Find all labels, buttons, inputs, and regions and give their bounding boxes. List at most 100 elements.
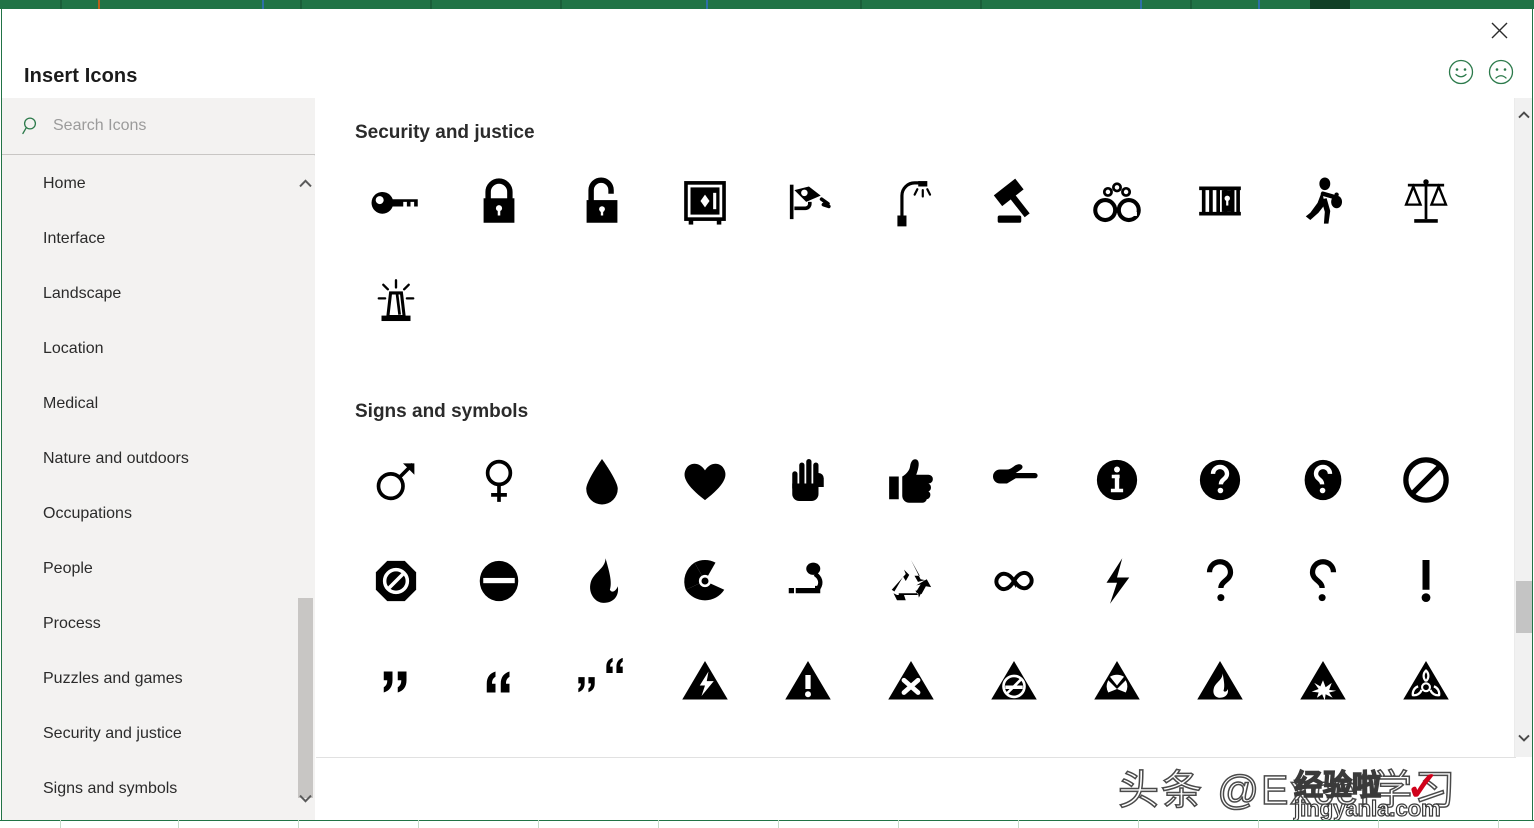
- icon-open-quote[interactable]: [344, 631, 447, 732]
- icon-key[interactable]: [344, 150, 447, 251]
- chevron-up-icon: [1518, 111, 1530, 119]
- smiley-face-icon[interactable]: [1448, 59, 1474, 85]
- warning-triangle-icon: [784, 660, 831, 699]
- search-input[interactable]: [53, 117, 273, 135]
- radiation-triangle-icon: [1093, 660, 1140, 699]
- sidebar-item-process[interactable]: Process: [2, 596, 315, 651]
- padlock-closed-icon: [483, 177, 514, 223]
- gavel-icon: [993, 178, 1030, 223]
- icon-smoking[interactable]: [756, 530, 859, 631]
- icon-handcuffs[interactable]: [1065, 150, 1168, 251]
- sidebar-item-label: People: [43, 559, 93, 577]
- icon-street-lamp[interactable]: [859, 150, 962, 251]
- heart-icon: [684, 463, 725, 500]
- gallery-scrollbar-thumb[interactable]: [1516, 581, 1532, 633]
- icon-padlock-open[interactable]: [550, 150, 653, 251]
- icon-running-thief[interactable]: [1271, 150, 1374, 251]
- open-hand-icon: [791, 458, 824, 501]
- security-camera-icon: [789, 184, 831, 219]
- sidebar-item-location[interactable]: Location: [2, 321, 315, 376]
- icon-pointing-hand[interactable]: [962, 429, 1065, 530]
- icon-electrical-hazard-triangle[interactable]: [653, 631, 756, 732]
- sidebar-item-medical[interactable]: Medical: [2, 376, 315, 431]
- handcuffs-icon: [1092, 181, 1141, 222]
- icon-male-symbol[interactable]: [344, 429, 447, 530]
- frowny-face-icon[interactable]: [1488, 59, 1514, 85]
- icon-inverted-question-circle[interactable]: [1271, 429, 1374, 530]
- icon-no-smoking-triangle[interactable]: [962, 631, 1065, 732]
- jail-bars-icon: [1198, 186, 1241, 215]
- gallery-scroll-up-button[interactable]: [1515, 102, 1533, 128]
- icon-water-drop[interactable]: [550, 429, 653, 530]
- sidebar-item-occupations[interactable]: Occupations: [2, 486, 315, 541]
- recycle-icon: [891, 559, 931, 600]
- close-quote-icon: [486, 671, 509, 692]
- icon-recycle[interactable]: [859, 530, 962, 631]
- flame-icon: [589, 557, 618, 603]
- page-title: Insert Icons: [24, 65, 138, 87]
- siren-light-icon: [377, 278, 414, 321]
- safe-icon: [683, 180, 726, 225]
- icon-open-hand[interactable]: [756, 429, 859, 530]
- flammable-triangle-icon: [1196, 660, 1243, 699]
- icon-warning-triangle[interactable]: [756, 631, 859, 732]
- water-drop-icon: [585, 458, 618, 504]
- sidebar-item-interface[interactable]: Interface: [2, 211, 315, 266]
- icon-security-camera[interactable]: [756, 150, 859, 251]
- gallery-scrollbar[interactable]: [1514, 98, 1532, 757]
- sidebar-item-label: Location: [43, 339, 104, 357]
- icon-female-symbol[interactable]: [447, 429, 550, 530]
- icon-close-quote[interactable]: [447, 631, 550, 732]
- sidebar-item-puzzles-and-games[interactable]: Puzzles and games: [2, 651, 315, 706]
- sidebar-item-security-and-justice[interactable]: Security and justice: [2, 706, 315, 761]
- icon-stop-sign[interactable]: [344, 530, 447, 631]
- icon-question-circle[interactable]: [1168, 429, 1271, 530]
- section-title-signs-and-symbols: Signs and symbols: [355, 401, 529, 422]
- icon-radiation-triangle[interactable]: [1065, 631, 1168, 732]
- close-button[interactable]: [1480, 15, 1518, 45]
- dialog-footer: [316, 758, 1516, 827]
- sidebar-scrollbar[interactable]: [297, 156, 314, 827]
- icon-safe[interactable]: [653, 150, 756, 251]
- search-box[interactable]: [2, 98, 315, 155]
- stop-sign-icon: [375, 560, 416, 601]
- icon-infinity[interactable]: [962, 530, 1065, 631]
- icon-scales-of-justice[interactable]: [1374, 150, 1477, 251]
- chevron-up-icon: [299, 178, 312, 187]
- icon-inverted-question-mark[interactable]: [1271, 530, 1374, 631]
- sidebar-scroll-up-button[interactable]: [297, 168, 314, 198]
- dialog-header: Insert Icons: [2, 9, 1532, 98]
- icon-minus-circle[interactable]: [447, 530, 550, 631]
- gallery-scroll-down-button[interactable]: [1515, 725, 1533, 751]
- section-title-security-and-justice: Security and justice: [355, 122, 535, 143]
- open-quote-icon: [383, 671, 406, 692]
- insert-icons-dialog-window: Insert Icons Search Icons Home Interface…: [0, 0, 1534, 828]
- icon-siren-light[interactable]: [344, 251, 447, 352]
- sidebar-scroll-down-button[interactable]: [297, 783, 314, 813]
- excel-ribbon-strip: [0, 0, 1534, 9]
- sidebar-item-nature-and-outdoors[interactable]: Nature and outdoors: [2, 431, 315, 486]
- icon-heart[interactable]: [653, 429, 756, 530]
- icon-exclamation-mark[interactable]: [1374, 530, 1477, 631]
- icon-flammable-triangle[interactable]: [1168, 631, 1271, 732]
- icon-quote-pair[interactable]: [550, 631, 653, 732]
- icon-prohibition[interactable]: [1374, 429, 1477, 530]
- sidebar-item-signs-and-symbols[interactable]: Signs and symbols: [2, 761, 315, 816]
- icon-gavel[interactable]: [962, 150, 1065, 251]
- icon-jail-bars[interactable]: [1168, 150, 1271, 251]
- sidebar-item-people[interactable]: People: [2, 541, 315, 596]
- sidebar-item-landscape[interactable]: Landscape: [2, 266, 315, 321]
- icon-question-mark[interactable]: [1168, 530, 1271, 631]
- sidebar-scrollbar-thumb[interactable]: [298, 598, 313, 798]
- sidebar-item-label: Nature and outdoors: [43, 449, 189, 467]
- icon-lightning-bolt[interactable]: [1065, 530, 1168, 631]
- icon-biohazard-triangle[interactable]: [1374, 631, 1477, 732]
- icon-thumbs-up[interactable]: [859, 429, 962, 530]
- sidebar-item-home[interactable]: Home: [2, 156, 315, 211]
- icon-explosion-triangle[interactable]: [1271, 631, 1374, 732]
- icon-error-x-triangle[interactable]: [859, 631, 962, 732]
- icon-padlock-closed[interactable]: [447, 150, 550, 251]
- icon-info-circle[interactable]: [1065, 429, 1168, 530]
- icon-radiation[interactable]: [653, 530, 756, 631]
- icon-flame[interactable]: [550, 530, 653, 631]
